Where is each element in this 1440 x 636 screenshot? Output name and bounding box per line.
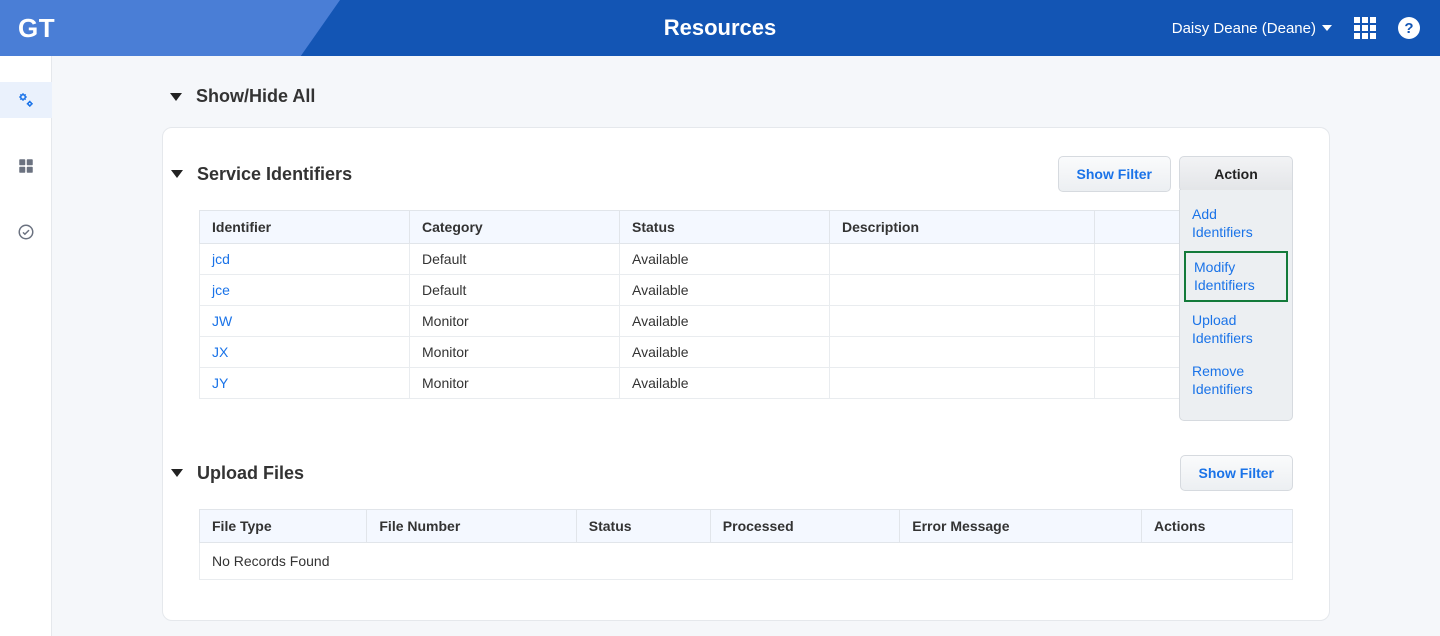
no-records-label: No Records Found xyxy=(200,543,1293,580)
col-identifier[interactable]: Identifier xyxy=(200,211,410,244)
cell-category: Default xyxy=(410,244,620,275)
help-icon[interactable]: ? xyxy=(1398,17,1420,39)
show-filter-button-service-identifiers[interactable]: Show Filter xyxy=(1058,156,1171,192)
cell-category: Monitor xyxy=(410,337,620,368)
table-row: JWMonitorAvailableDelete xyxy=(200,306,1293,337)
chevron-down-icon xyxy=(1322,25,1332,31)
cell-category: Monitor xyxy=(410,368,620,399)
section-toggle-service-identifiers[interactable]: Service Identifiers xyxy=(171,164,352,185)
cell-status: Available xyxy=(620,244,830,275)
action-button[interactable]: Action xyxy=(1179,156,1293,192)
check-circle-icon xyxy=(17,223,35,241)
table-row: jcdDefaultAvailableDelete xyxy=(200,244,1293,275)
cell-description xyxy=(830,368,1095,399)
action-remove-identifiers[interactable]: Remove Identifiers xyxy=(1180,355,1292,406)
cell-status: Available xyxy=(620,306,830,337)
caret-down-icon xyxy=(171,469,183,477)
col-category[interactable]: Category xyxy=(410,211,620,244)
upload-files-table: File Type File Number Status Processed E… xyxy=(199,509,1293,580)
rail-item-settings[interactable] xyxy=(0,82,52,118)
identifier-link[interactable]: jce xyxy=(200,275,410,306)
table-row: JXMonitorAvailableDelete xyxy=(200,337,1293,368)
show-filter-button-upload-files[interactable]: Show Filter xyxy=(1180,455,1293,491)
table-row: jceDefaultAvailableDelete xyxy=(200,275,1293,306)
toggle-show-hide-all[interactable]: Show/Hide All xyxy=(170,86,1440,107)
action-upload-identifiers[interactable]: Upload Identifiers xyxy=(1180,304,1292,355)
section-title-upload-files: Upload Files xyxy=(197,463,304,484)
cell-description xyxy=(830,244,1095,275)
user-label: Daisy Deane (Deane) xyxy=(1172,20,1316,37)
page-title: Resources xyxy=(664,15,777,41)
identifier-link[interactable]: JW xyxy=(200,306,410,337)
section-title-service-identifiers: Service Identifiers xyxy=(197,164,352,185)
col-error-message[interactable]: Error Message xyxy=(900,510,1142,543)
gears-icon xyxy=(17,91,35,109)
identifier-link[interactable]: jcd xyxy=(200,244,410,275)
cell-status: Available xyxy=(620,275,830,306)
identifier-link[interactable]: JX xyxy=(200,337,410,368)
col-file-number[interactable]: File Number xyxy=(367,510,576,543)
cell-status: Available xyxy=(620,368,830,399)
action-modify-identifiers[interactable]: Modify Identifiers xyxy=(1184,251,1288,302)
identifier-link[interactable]: JY xyxy=(200,368,410,399)
col-actions-uf: Actions xyxy=(1142,510,1293,543)
service-identifiers-table: Identifier Category Status Description A… xyxy=(199,210,1293,399)
apps-grid-icon[interactable] xyxy=(1354,17,1376,39)
rail-item-dashboard[interactable] xyxy=(0,148,52,184)
col-processed[interactable]: Processed xyxy=(710,510,899,543)
col-description[interactable]: Description xyxy=(830,211,1095,244)
toggle-all-label: Show/Hide All xyxy=(196,86,315,107)
cell-category: Default xyxy=(410,275,620,306)
app-logo[interactable]: GT xyxy=(18,13,55,44)
cell-status: Available xyxy=(620,337,830,368)
cell-description xyxy=(830,306,1095,337)
caret-down-icon xyxy=(171,170,183,178)
table-row: JYMonitorAvailableDelete xyxy=(200,368,1293,399)
cell-category: Monitor xyxy=(410,306,620,337)
cell-description xyxy=(830,275,1095,306)
upload-files-empty-row: No Records Found xyxy=(200,543,1293,580)
cell-description xyxy=(830,337,1095,368)
rail-item-status[interactable] xyxy=(0,214,52,250)
col-status-uf[interactable]: Status xyxy=(576,510,710,543)
col-file-type[interactable]: File Type xyxy=(200,510,367,543)
caret-down-icon xyxy=(170,93,182,101)
action-menu: Add Identifiers Modify Identifiers Uploa… xyxy=(1179,190,1293,421)
dashboard-icon xyxy=(17,157,35,175)
col-status[interactable]: Status xyxy=(620,211,830,244)
section-toggle-upload-files[interactable]: Upload Files xyxy=(171,463,304,484)
user-menu[interactable]: Daisy Deane (Deane) xyxy=(1172,20,1332,37)
action-add-identifiers[interactable]: Add Identifiers xyxy=(1180,198,1292,249)
